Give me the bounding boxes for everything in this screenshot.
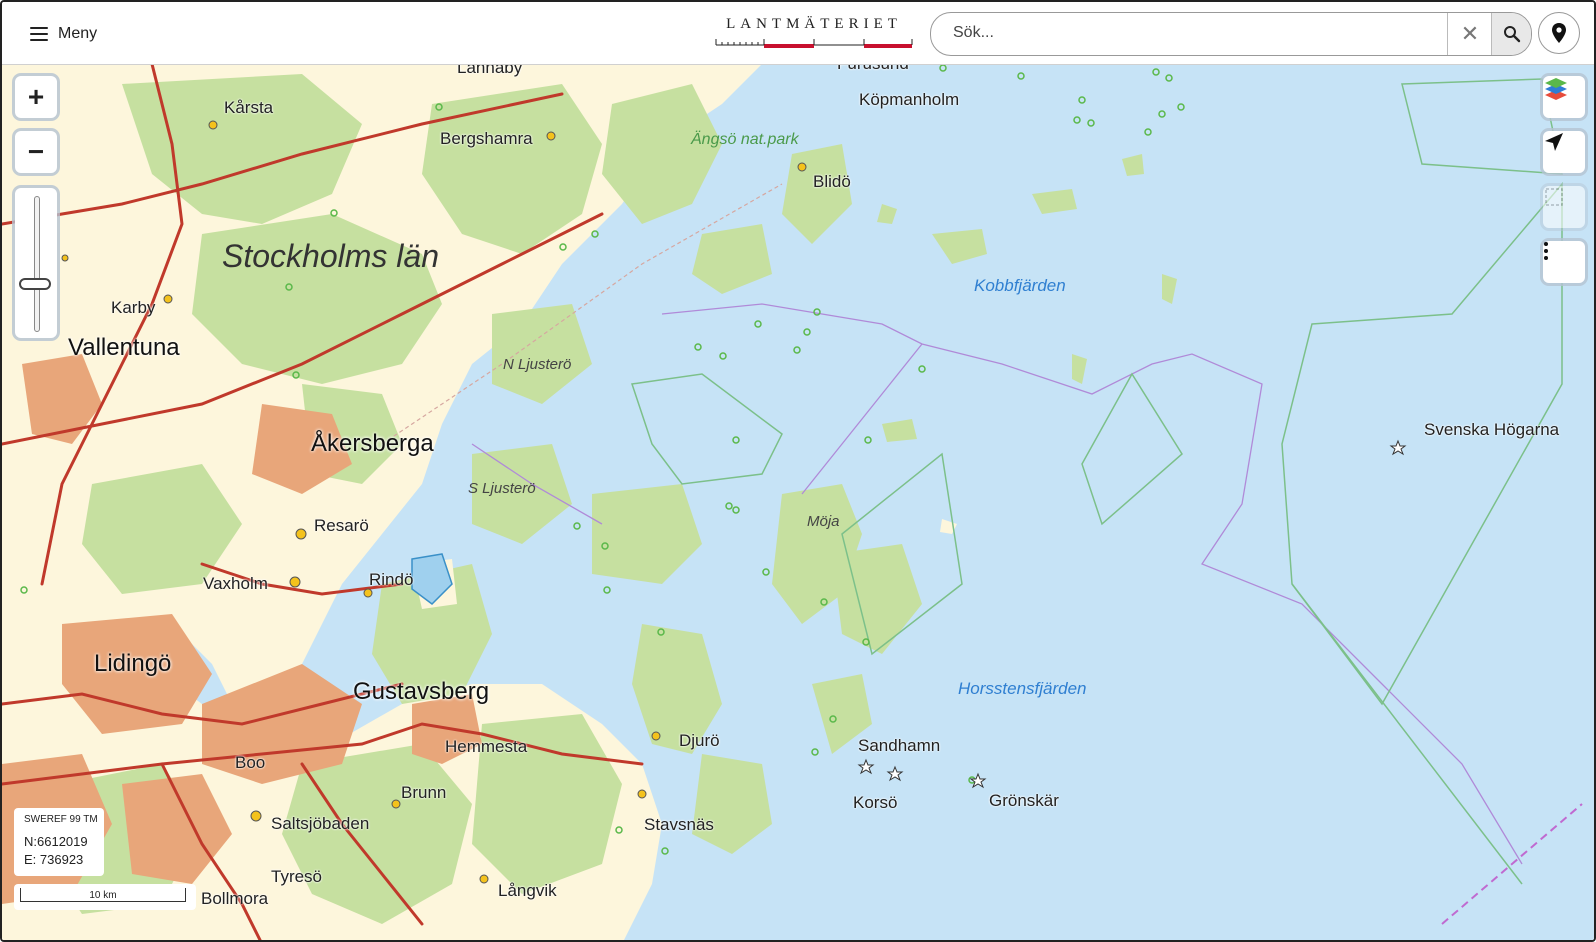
zoom-slider-track [34,196,40,332]
search-input[interactable] [931,13,1451,53]
town-label-karby: Karby [111,298,156,317]
town-label-boo: Boo [235,753,266,772]
island-label-s-ljustero: S Ljusterö [468,480,536,497]
town-label-stavsnas: Stavsnäs [644,815,714,834]
town-label-blido: Blidö [813,172,851,191]
town-label-karsta: Kårsta [224,98,274,117]
town-label-vaxholm: Vaxholm [203,574,268,593]
coordinate-east: E: 736923 [24,852,84,867]
select-area-icon [1545,188,1563,206]
scale-bar-label: 10 km [89,890,117,901]
more-options-icon [1544,242,1548,260]
town-label-rindo: Rindö [369,570,414,589]
town-label-akersberga: Åkersberga [311,430,434,457]
coordinate-north: N:6612019 [24,834,88,849]
town-label-djuro: Djurö [679,731,720,750]
island-label-n-ljustero: N Ljusterö [503,356,572,373]
town-label-lahnaby: Lahnaby [457,64,523,77]
search-button[interactable] [1491,13,1531,55]
map-pin-icon [1552,23,1566,43]
search-icon [1504,26,1521,43]
coordinate-display: SWEREF 99 TM N:6612019 E: 736923 [14,808,104,876]
location-pin-button[interactable] [1538,12,1580,54]
town-label-furusund: Furusund [837,64,909,74]
select-area-button[interactable] [1543,186,1585,228]
territorial-boundary [1441,803,1583,925]
town-label-hemmesta: Hemmesta [445,737,528,756]
region-label: Stockholms län [222,238,439,274]
town-label-brunn: Brunn [401,783,447,802]
logo-text: LANTMÄTERIET [726,16,902,32]
hamburger-icon [30,27,48,41]
map-canvas[interactable]: Stockholms län Vallentuna Åkersberga Lid… [2,64,1594,940]
coordinate-system: SWEREF 99 TM [24,814,98,825]
town-label-sandhamn: Sandhamn [858,736,941,755]
zoom-slider[interactable] [15,188,57,338]
layers-button[interactable] [1543,76,1585,118]
lighthouse-star-markers [857,439,1407,789]
water-label-horsstensfjarden: Horsstensfjärden [958,679,1087,698]
water-label-kobbfjarden: Kobbfjärden [974,276,1066,295]
town-label-resaro: Resarö [314,516,369,535]
town-label-kopmanholm: Köpmanholm [859,90,960,109]
menu-label: Meny [58,25,98,42]
navigate-button[interactable] [1543,131,1585,173]
park-label-angso: Ängsö nat.park [691,131,799,148]
zoom-slider-thumb[interactable] [19,278,51,290]
town-label-gronskar: Grönskär [989,791,1059,810]
zoom-in-button[interactable]: + [15,76,57,118]
town-label-vallentuna: Vallentuna [68,334,180,361]
town-label-korso: Korsö [853,793,898,812]
clear-search-button[interactable]: ✕ [1447,13,1492,55]
town-label-svenska-hogarna: Svenska Högarna [1424,420,1560,439]
nature-reserve-boundaries [631,78,1563,885]
scale-bar: 10 km [14,884,196,910]
town-label-gustavsberg: Gustavsberg [353,678,490,705]
more-options-button[interactable] [1543,241,1585,283]
layers-icon [1545,78,1567,100]
town-label-tyreso: Tyresö [271,867,323,886]
menu-button[interactable]: Meny [30,20,97,48]
town-label-bollmora: Bollmora [201,889,269,908]
navigate-arrow-icon [1545,133,1563,151]
zoom-out-button[interactable]: − [15,131,57,173]
app-frame: Meny LANTMÄTERIET ✕ [0,0,1596,942]
top-bar: Meny LANTMÄTERIET ✕ [2,2,1594,65]
logo-ruler-icon [715,39,913,48]
island-label-moja: Möja [807,513,840,530]
town-label-lidingo: Lidingö [94,650,172,677]
map-graphic [2,64,1583,940]
town-label-saltsjobaden: Saltsjöbaden [271,814,370,833]
search-box: ✕ [930,12,1532,56]
town-label-bergshamra: Bergshamra [440,129,533,148]
lantmateriet-logo[interactable]: LANTMÄTERIET [714,16,914,50]
town-label-langvik: Långvik [498,881,557,900]
